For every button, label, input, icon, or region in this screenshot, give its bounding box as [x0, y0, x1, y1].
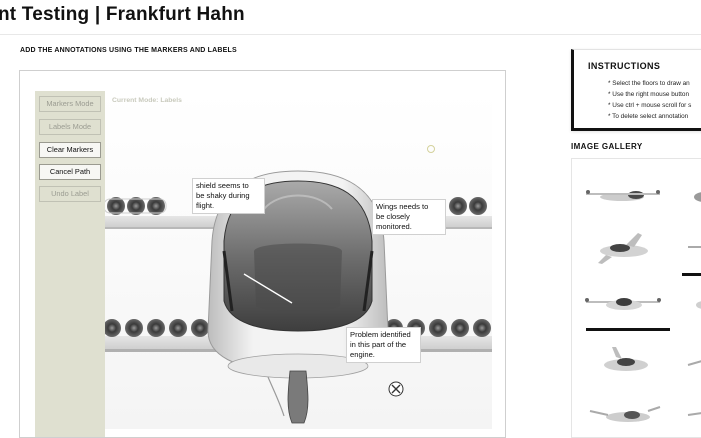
- selected-indicator: [682, 273, 701, 276]
- gallery-title: IMAGE GALLERY: [571, 142, 643, 151]
- annotation-label-engine[interactable]: Problem identified in this part of the e…: [346, 327, 421, 363]
- markers-mode-button[interactable]: Markers Mode: [39, 96, 101, 112]
- annotation-line: monitored.: [376, 222, 412, 231]
- cancel-path-button[interactable]: Cancel Path: [39, 164, 101, 180]
- annotation-line: Problem identified: [350, 330, 411, 339]
- gallery-thumb-5-selected[interactable]: [582, 277, 664, 333]
- aircraft-image[interactable]: [104, 91, 492, 429]
- annotation-line: in this part of the: [350, 340, 407, 349]
- image-gallery: [571, 158, 701, 438]
- annotation-label-wings[interactable]: Wings needs to be closely monitored.: [372, 199, 446, 235]
- annotation-line: Wings needs to: [376, 202, 429, 211]
- evtol-aircraft-illustration: [104, 170, 492, 424]
- undo-label-button[interactable]: Undo Label: [39, 186, 101, 202]
- annotation-line: be shaky during: [196, 191, 250, 200]
- gallery-thumb-2[interactable]: [684, 167, 701, 223]
- annotation-line: be closely: [376, 212, 410, 221]
- annotation-label-windshield[interactable]: shield seems to be shaky during flight.: [192, 178, 265, 214]
- annotation-line: flight.: [196, 201, 215, 210]
- current-mode-label: Current Mode: Labels: [112, 97, 182, 104]
- gallery-thumb-6[interactable]: [684, 277, 701, 333]
- instruction-item: * To delete select annotation: [608, 113, 689, 120]
- gallery-thumb-7[interactable]: [582, 335, 664, 391]
- instructions-card: INSTRUCTIONS * Select the floors to draw…: [571, 49, 701, 131]
- gallery-thumb-8[interactable]: [684, 335, 701, 391]
- tool-panel: Markers Mode Labels Mode Clear Markers C…: [35, 91, 105, 437]
- labels-mode-button[interactable]: Labels Mode: [39, 119, 101, 135]
- title-divider: [0, 34, 701, 35]
- gallery-thumb-9[interactable]: [582, 389, 664, 438]
- instructions-title: INSTRUCTIONS: [588, 61, 661, 71]
- page-title: nt Testing | Frankfurt Hahn: [0, 4, 245, 25]
- gallery-thumb-4[interactable]: [684, 219, 701, 275]
- instruction-item: * Use ctrl + mouse scroll for s: [608, 102, 692, 109]
- marker-ring[interactable]: [427, 145, 435, 153]
- annotation-line: shield seems to: [196, 181, 249, 190]
- clear-markers-button[interactable]: Clear Markers: [39, 142, 101, 158]
- annotation-line: engine.: [350, 350, 375, 359]
- instruction-item: * Select the floors to draw an: [608, 80, 690, 87]
- annotator-heading: ADD THE ANNOTATIONS USING THE MARKERS AN…: [20, 47, 237, 54]
- gallery-thumb-3[interactable]: [582, 219, 664, 275]
- selected-indicator: [586, 328, 670, 331]
- gallery-thumb-10[interactable]: [684, 389, 701, 438]
- instruction-item: * Use the right mouse button: [608, 91, 689, 98]
- annotation-canvas[interactable]: Markers Mode Labels Mode Clear Markers C…: [19, 70, 506, 438]
- gallery-thumb-1[interactable]: [582, 167, 664, 223]
